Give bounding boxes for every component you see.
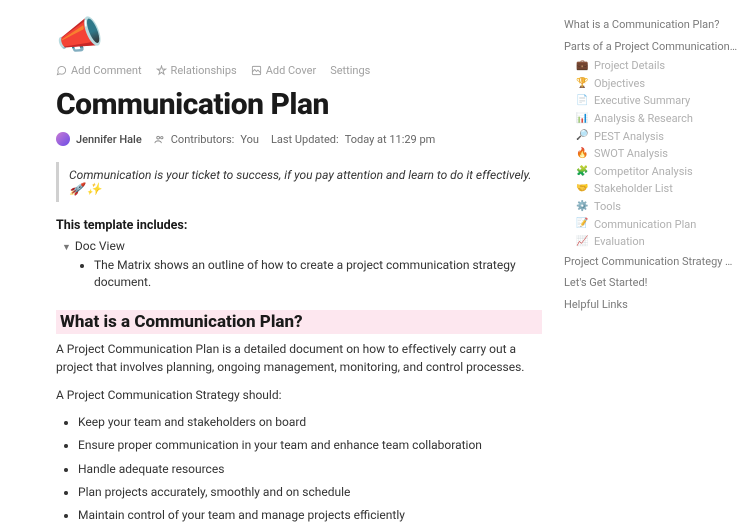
toc-link[interactable]: Project Communication Strategy Tips! xyxy=(564,251,738,273)
quote-block[interactable]: Communication is your ticket to success,… xyxy=(56,162,542,202)
toc-sub-link[interactable]: 🏆 Objectives xyxy=(564,75,738,93)
toc-link[interactable]: Let's Get Started! xyxy=(564,272,738,294)
outline-sidebar: What is a Communication Plan? Parts of a… xyxy=(560,0,750,528)
toc-sub-link[interactable]: 📄 Executive Summary xyxy=(564,92,738,110)
page-icon: 📄 xyxy=(576,93,589,109)
toc-sub-link[interactable]: 📊 Analysis & Research xyxy=(564,110,738,128)
trophy-icon: 🏆 xyxy=(576,76,589,92)
contributors-field[interactable]: Contributors: You xyxy=(154,133,259,146)
includes-heading[interactable]: This template includes: xyxy=(56,218,542,233)
toc-sub-label: Objectives xyxy=(594,75,645,93)
updated-value: Today at 11:29 pm xyxy=(345,133,436,146)
toggle-content-item[interactable]: The Matrix shows an outline of how to cr… xyxy=(94,257,542,292)
toggle-content-list: The Matrix shows an outline of how to cr… xyxy=(94,257,542,292)
relationships-label: Relationships xyxy=(171,64,237,77)
toc-sub-link[interactable]: 📈 Evaluation xyxy=(564,233,738,251)
gear-icon: ⚙️ xyxy=(576,199,589,215)
list-item[interactable]: Plan projects accurately, smoothly and o… xyxy=(78,484,542,501)
chart-icon: 📊 xyxy=(576,111,589,127)
settings-label: Settings xyxy=(330,64,370,77)
toggle-label: Doc View xyxy=(75,239,125,253)
para-what-is[interactable]: A Project Communication Plan is a detail… xyxy=(56,340,542,376)
contributors-label: Contributors: xyxy=(171,133,235,146)
toc-sub-label: Stakeholder List xyxy=(594,180,673,198)
toc-sub-link[interactable]: 🔎 PEST Analysis xyxy=(564,128,738,146)
comment-icon xyxy=(56,65,67,76)
toc-link[interactable]: What is a Communication Plan? xyxy=(564,14,738,36)
updated-label: Last Updated: xyxy=(271,133,339,146)
relationships-button[interactable]: Relationships xyxy=(156,64,237,77)
fire-icon: 🔥 xyxy=(576,146,589,162)
toc-sub-label: SWOT Analysis xyxy=(594,145,668,163)
author-name[interactable]: Jennifer Hale xyxy=(76,133,142,146)
toc-sub-link[interactable]: 🤝 Stakeholder List xyxy=(564,180,738,198)
handshake-icon: 🤝 xyxy=(576,181,589,197)
toc-sub-label: Analysis & Research xyxy=(594,110,693,128)
puzzle-icon: 🧩 xyxy=(576,164,589,180)
contributors-value: You xyxy=(240,133,259,146)
toc-sub-link[interactable]: 🔥 SWOT Analysis xyxy=(564,145,738,163)
toc-sub-link[interactable]: 📝 Communication Plan xyxy=(564,216,738,234)
toc-sub-label: Executive Summary xyxy=(594,92,690,110)
page-title[interactable]: Communication Plan xyxy=(56,87,542,122)
briefcase-icon: 💼 xyxy=(576,58,589,74)
main-content: 📣 Add Comment Relationships Add Cover Se… xyxy=(0,0,560,528)
should-list: Keep your team and stakeholders on board… xyxy=(78,414,542,525)
settings-button[interactable]: Settings xyxy=(330,64,370,77)
list-item[interactable]: Ensure proper communication in your team… xyxy=(78,437,542,454)
toc-sub-label: Project Details xyxy=(594,57,665,75)
page-emoji-icon[interactable]: 📣 xyxy=(56,14,542,58)
add-cover-button[interactable]: Add Cover xyxy=(251,64,316,77)
memo-icon: 📝 xyxy=(576,216,589,232)
magnify-icon: 🔎 xyxy=(576,128,589,144)
trend-icon: 📈 xyxy=(576,234,589,250)
list-item[interactable]: Keep your team and stakeholders on board xyxy=(78,414,542,431)
add-cover-label: Add Cover xyxy=(266,64,316,77)
relationships-icon xyxy=(156,65,167,76)
add-comment-label: Add Comment xyxy=(71,64,142,77)
toc-link[interactable]: Helpful Links xyxy=(564,294,738,316)
last-updated-field: Last Updated: Today at 11:29 pm xyxy=(271,133,435,146)
cover-icon xyxy=(251,65,262,76)
toggle-caret-icon[interactable]: ▼ xyxy=(62,242,71,253)
toc-sub-label: PEST Analysis xyxy=(594,128,664,146)
list-item[interactable]: Maintain control of your team and manage… xyxy=(78,507,542,524)
add-comment-button[interactable]: Add Comment xyxy=(56,64,142,77)
meta-row: Jennifer Hale Contributors: You Last Upd… xyxy=(56,132,542,146)
toc-sub-link[interactable]: 💼 Project Details xyxy=(564,57,738,75)
people-icon xyxy=(154,134,165,145)
para-should-intro[interactable]: A Project Communication Strategy should: xyxy=(56,386,542,404)
heading-what-is[interactable]: What is a Communication Plan? xyxy=(56,310,542,334)
toc-sub-link[interactable]: 🧩 Competitor Analysis xyxy=(564,163,738,181)
toc-sub-label: Competitor Analysis xyxy=(594,163,693,181)
page-toolbar: Add Comment Relationships Add Cover Sett… xyxy=(56,64,542,77)
list-item[interactable]: Handle adequate resources xyxy=(78,461,542,478)
toggle-doc-view[interactable]: ▼ Doc View xyxy=(62,239,542,253)
toc-sub-label: Communication Plan xyxy=(594,216,696,234)
toc-sub-label: Evaluation xyxy=(594,233,645,251)
toc-sub-label: Tools xyxy=(594,198,621,216)
author-avatar[interactable] xyxy=(56,132,70,146)
toc-sub-link[interactable]: ⚙️ Tools xyxy=(564,198,738,216)
toc-link[interactable]: Parts of a Project Communication St... xyxy=(564,36,738,58)
